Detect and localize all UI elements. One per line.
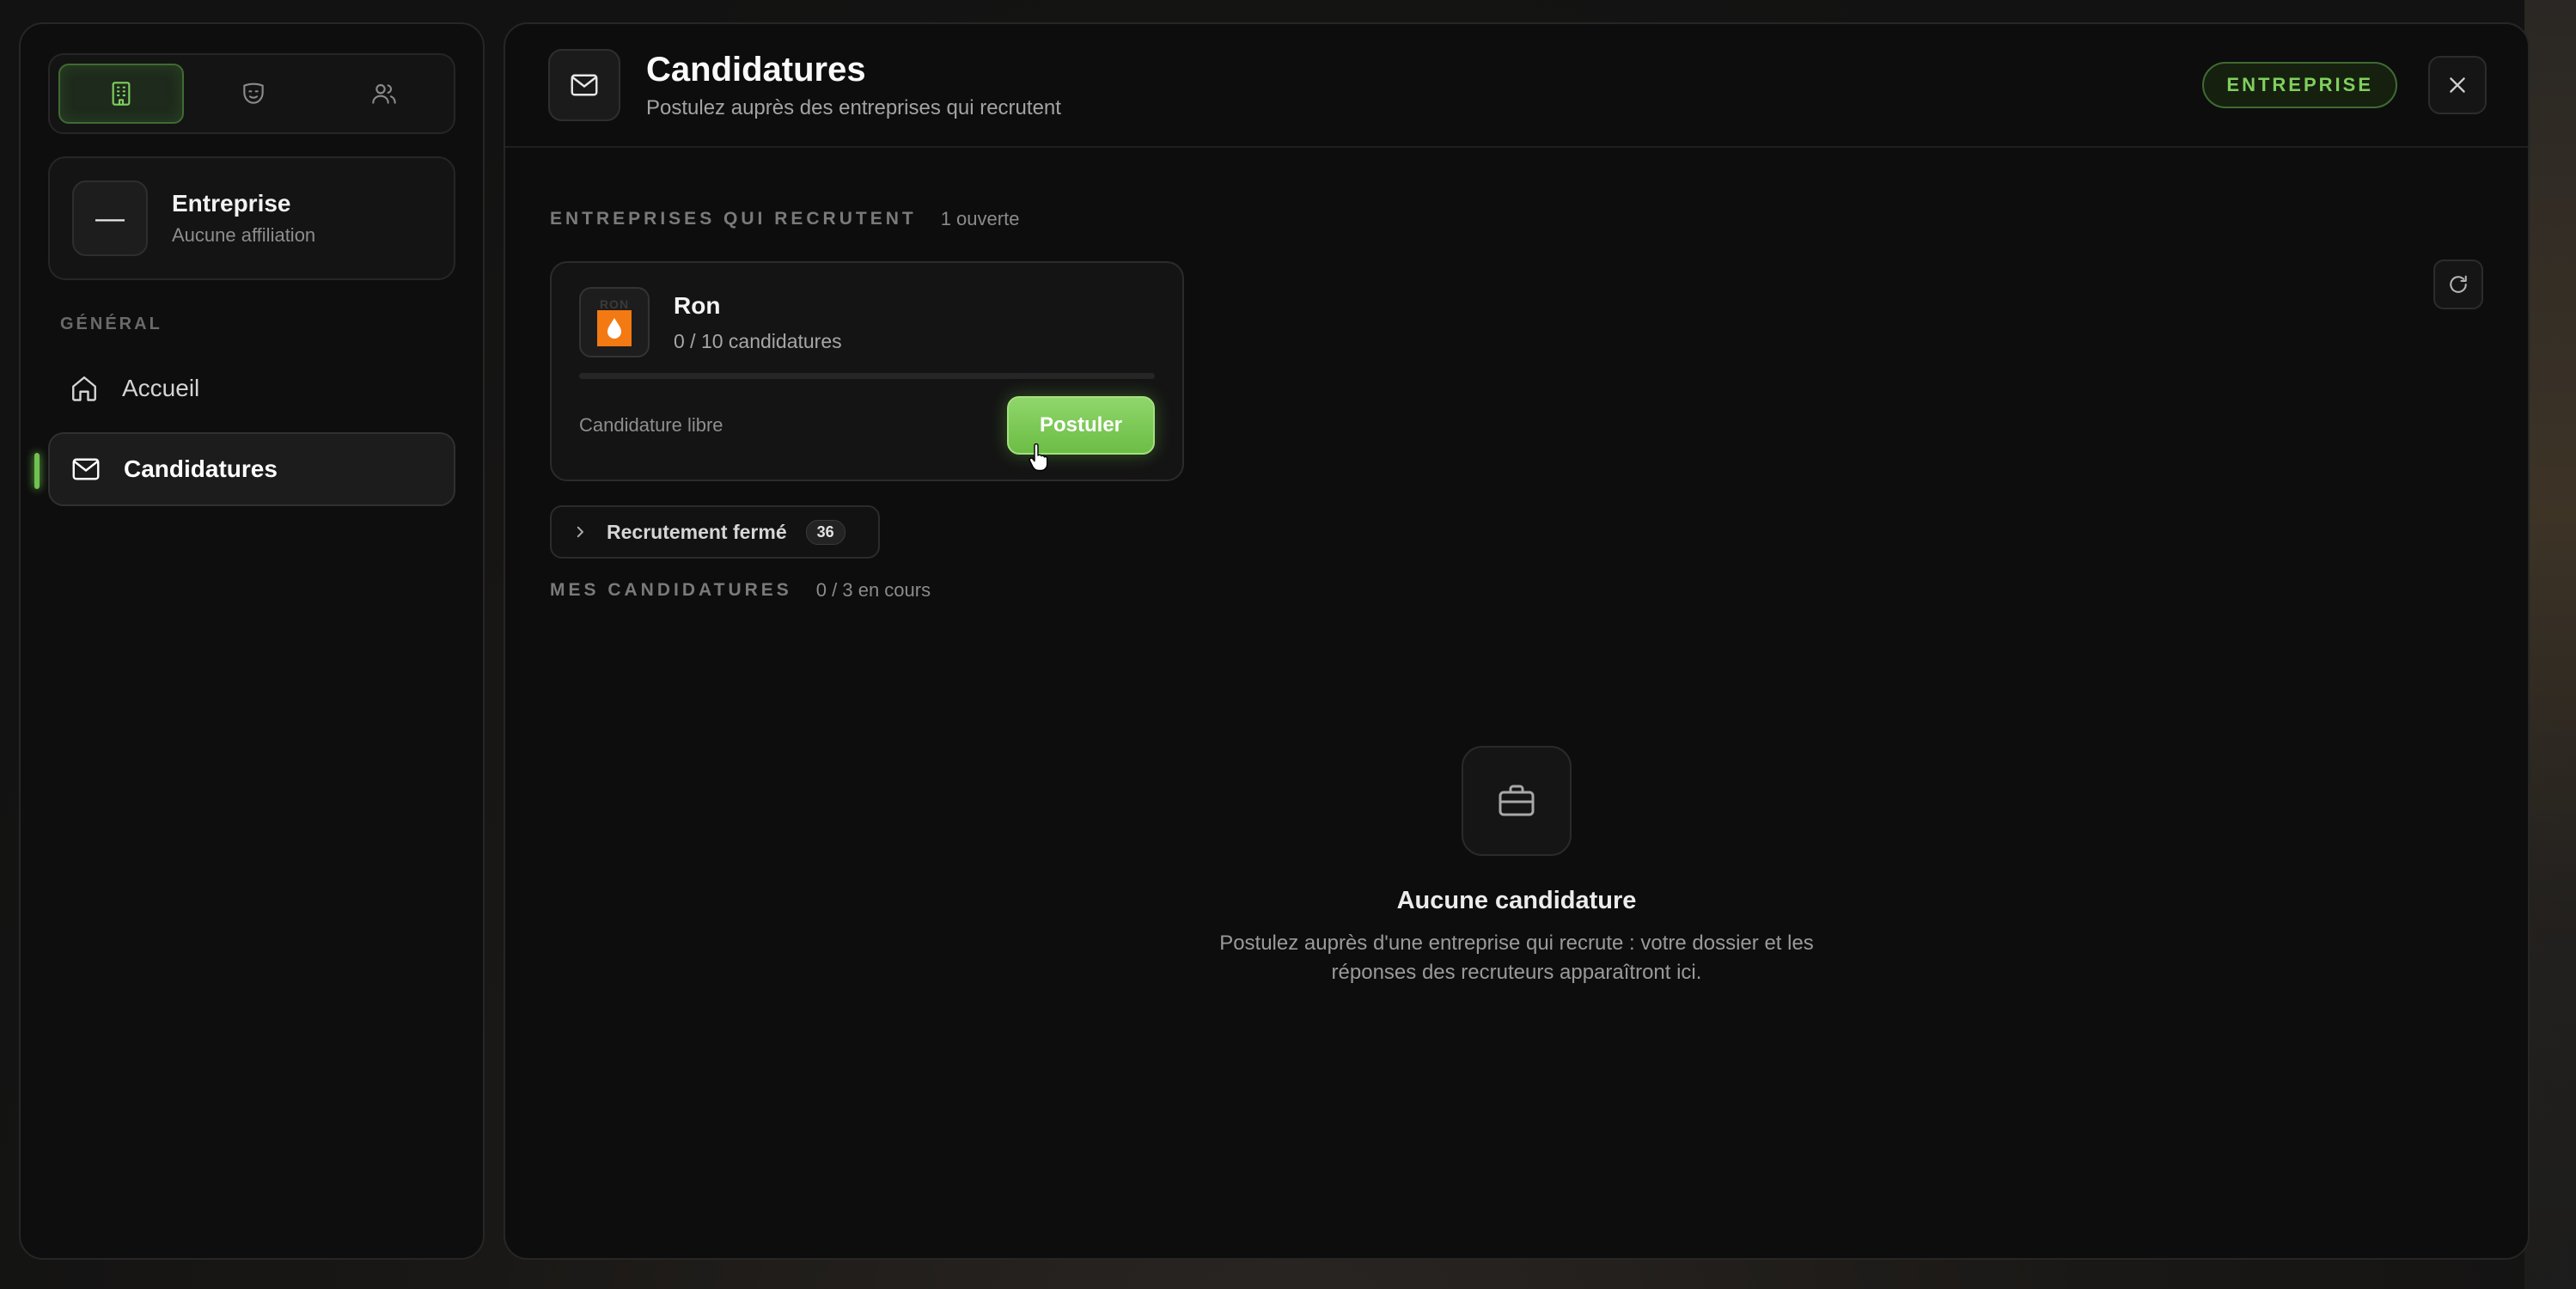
mail-icon (571, 74, 598, 96)
company-card: — Entreprise Aucune affiliation (48, 156, 455, 280)
sidebar-item-label: Accueil (122, 375, 200, 401)
applications-progress-bar (579, 373, 1155, 379)
closed-recruitment-toggle[interactable]: Recrutement fermé 36 (550, 505, 880, 559)
mail-icon (72, 458, 100, 480)
closed-count-badge: 36 (805, 519, 845, 545)
page-title: Candidatures (646, 50, 866, 89)
home-icon (72, 376, 96, 401)
close-button[interactable] (2428, 56, 2487, 114)
company-affiliation: Aucune affiliation (172, 224, 316, 246)
application-type: Candidature libre (579, 414, 723, 436)
job-company-name: Ron (674, 291, 721, 319)
mode-tab-mask[interactable] (192, 64, 314, 124)
recruiting-section-header: ENTREPRISES QUI RECRUTENT 1 ouverte (550, 208, 2483, 230)
section-title: MES CANDIDATURES (550, 580, 792, 600)
empty-state-text: Postulez auprès d'une entreprise qui rec… (1219, 932, 1814, 984)
panel-header: Candidatures Postulez auprès des entrepr… (505, 24, 2528, 148)
closed-recruitment-label: Recrutement fermé (607, 520, 787, 543)
role-badge: ENTREPRISE (2202, 62, 2397, 108)
close-icon (2450, 77, 2465, 93)
company-logo-text: RON (599, 297, 630, 311)
company-logo: RON (579, 287, 650, 357)
chevron-right-icon (577, 526, 583, 538)
empty-state-title: Aucune candidature (1396, 887, 1637, 914)
main-panel: Candidatures Postulez auprès des entrepr… (504, 22, 2530, 1260)
job-card: RON Ron 0 / 10 candidatures Candidature … (550, 261, 1184, 481)
mask-icon (243, 82, 264, 104)
empty-state: Aucune candidature Postulez auprès d'une… (505, 746, 2528, 987)
page-subtitle: Postulez auprès des entreprises qui recr… (646, 95, 1061, 119)
company-logo: — (72, 180, 148, 256)
mode-tab-company[interactable] (58, 64, 184, 124)
header-icon-box (548, 49, 620, 121)
background-scenery (2524, 0, 2576, 1289)
drop-icon (607, 318, 621, 339)
empty-state-icon-box (1462, 746, 1572, 856)
my-applications-section-header: MES CANDIDATURES 0 / 3 en cours (550, 579, 2483, 602)
sidebar-item-accueil[interactable]: Accueil (48, 351, 455, 425)
section-count: 1 ouverte (940, 208, 1020, 229)
company-name: Entreprise (172, 190, 291, 217)
section-title: ENTREPRISES QUI RECRUTENT (550, 209, 917, 229)
building-icon (112, 82, 131, 106)
job-applications-count: 0 / 10 candidatures (674, 329, 842, 352)
active-indicator (34, 453, 40, 489)
panel-content: ENTREPRISES QUI RECRUTENT 1 ouverte RON … (505, 208, 2528, 602)
hand-cursor-icon (1029, 443, 1048, 472)
sidebar-item-label: Candidatures (124, 455, 278, 482)
mode-switcher (48, 53, 455, 134)
users-icon (372, 83, 396, 104)
sidebar: — Entreprise Aucune affiliation GÉNÉRAL … (19, 22, 485, 1260)
refresh-button[interactable] (2433, 260, 2483, 309)
section-count: 0 / 3 en cours (815, 579, 931, 601)
mode-tab-users[interactable] (323, 64, 445, 124)
sidebar-item-candidatures[interactable]: Candidatures (34, 432, 455, 506)
refresh-icon (2450, 275, 2467, 293)
nav-section-label: GÉNÉRAL (60, 315, 162, 333)
briefcase-icon (1499, 785, 1535, 816)
